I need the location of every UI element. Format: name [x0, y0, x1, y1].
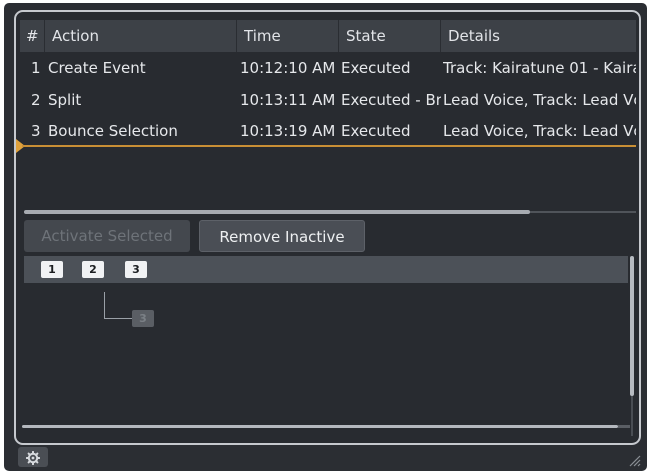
row-state: Executed [341, 59, 411, 77]
column-header-time[interactable]: Time [244, 20, 334, 52]
resize-grip-icon[interactable] [627, 453, 641, 467]
settings-button[interactable] [18, 447, 48, 467]
row-number: 1 [31, 59, 41, 77]
row-action: Split [48, 91, 82, 109]
tree-horizontal-scrollbar[interactable] [22, 425, 618, 428]
column-header-details[interactable]: Details [448, 20, 634, 52]
row-time: 10:12:10 AM [240, 59, 336, 77]
tree-vertical-scroll-track[interactable] [631, 396, 633, 436]
tree-node-inactive[interactable]: 3 [132, 310, 154, 327]
row-state: Executed - Br [341, 91, 441, 109]
table-header: # Action Time State Details [20, 20, 636, 52]
column-header-number[interactable]: # [26, 20, 44, 52]
column-header-state[interactable]: State [346, 20, 436, 52]
tree-branch-connector [104, 318, 132, 319]
row-number: 3 [31, 122, 41, 140]
table-scrollbar-thumb[interactable] [24, 210, 530, 214]
table-row[interactable]: 1 Create Event 10:12:10 AM Executed Trac… [20, 53, 636, 83]
tree-vertical-scrollbar[interactable] [630, 256, 634, 396]
tree-main-branch [24, 256, 628, 283]
tree-node-2[interactable]: 2 [82, 261, 104, 278]
history-window: # Action Time State Details 1 Create Eve… [4, 3, 647, 471]
tree-horizontal-scroll-track[interactable] [618, 425, 630, 428]
row-action: Create Event [48, 59, 146, 77]
tree-node-3[interactable]: 3 [125, 261, 147, 278]
column-header-action[interactable]: Action [52, 20, 232, 52]
gear-icon [25, 450, 41, 465]
tree-node-1[interactable]: 1 [41, 261, 63, 278]
table-row[interactable]: 2 Split 10:13:11 AM Executed - Br Lead V… [20, 85, 636, 115]
history-panel: # Action Time State Details 1 Create Eve… [14, 10, 641, 445]
row-time: 10:13:19 AM [240, 122, 336, 140]
table-row[interactable]: 3 Bounce Selection 10:13:19 AM Executed … [20, 116, 636, 146]
activate-selected-button[interactable]: Activate Selected [24, 220, 190, 252]
current-position-line [22, 145, 636, 147]
version-tree: 1 2 3 3 [24, 256, 628, 433]
remove-inactive-button[interactable]: Remove Inactive [199, 220, 365, 252]
row-details: Track: Kairatune 01 - Kaira [443, 59, 636, 77]
row-state: Executed [341, 122, 411, 140]
row-action: Bounce Selection [48, 122, 178, 140]
row-time: 10:13:11 AM [240, 91, 336, 109]
tree-branch-connector [104, 292, 105, 318]
row-details: Lead Voice, Track: Lead Vc [443, 91, 636, 109]
row-number: 2 [31, 91, 41, 109]
row-details: Lead Voice, Track: Lead Vc [443, 122, 636, 140]
